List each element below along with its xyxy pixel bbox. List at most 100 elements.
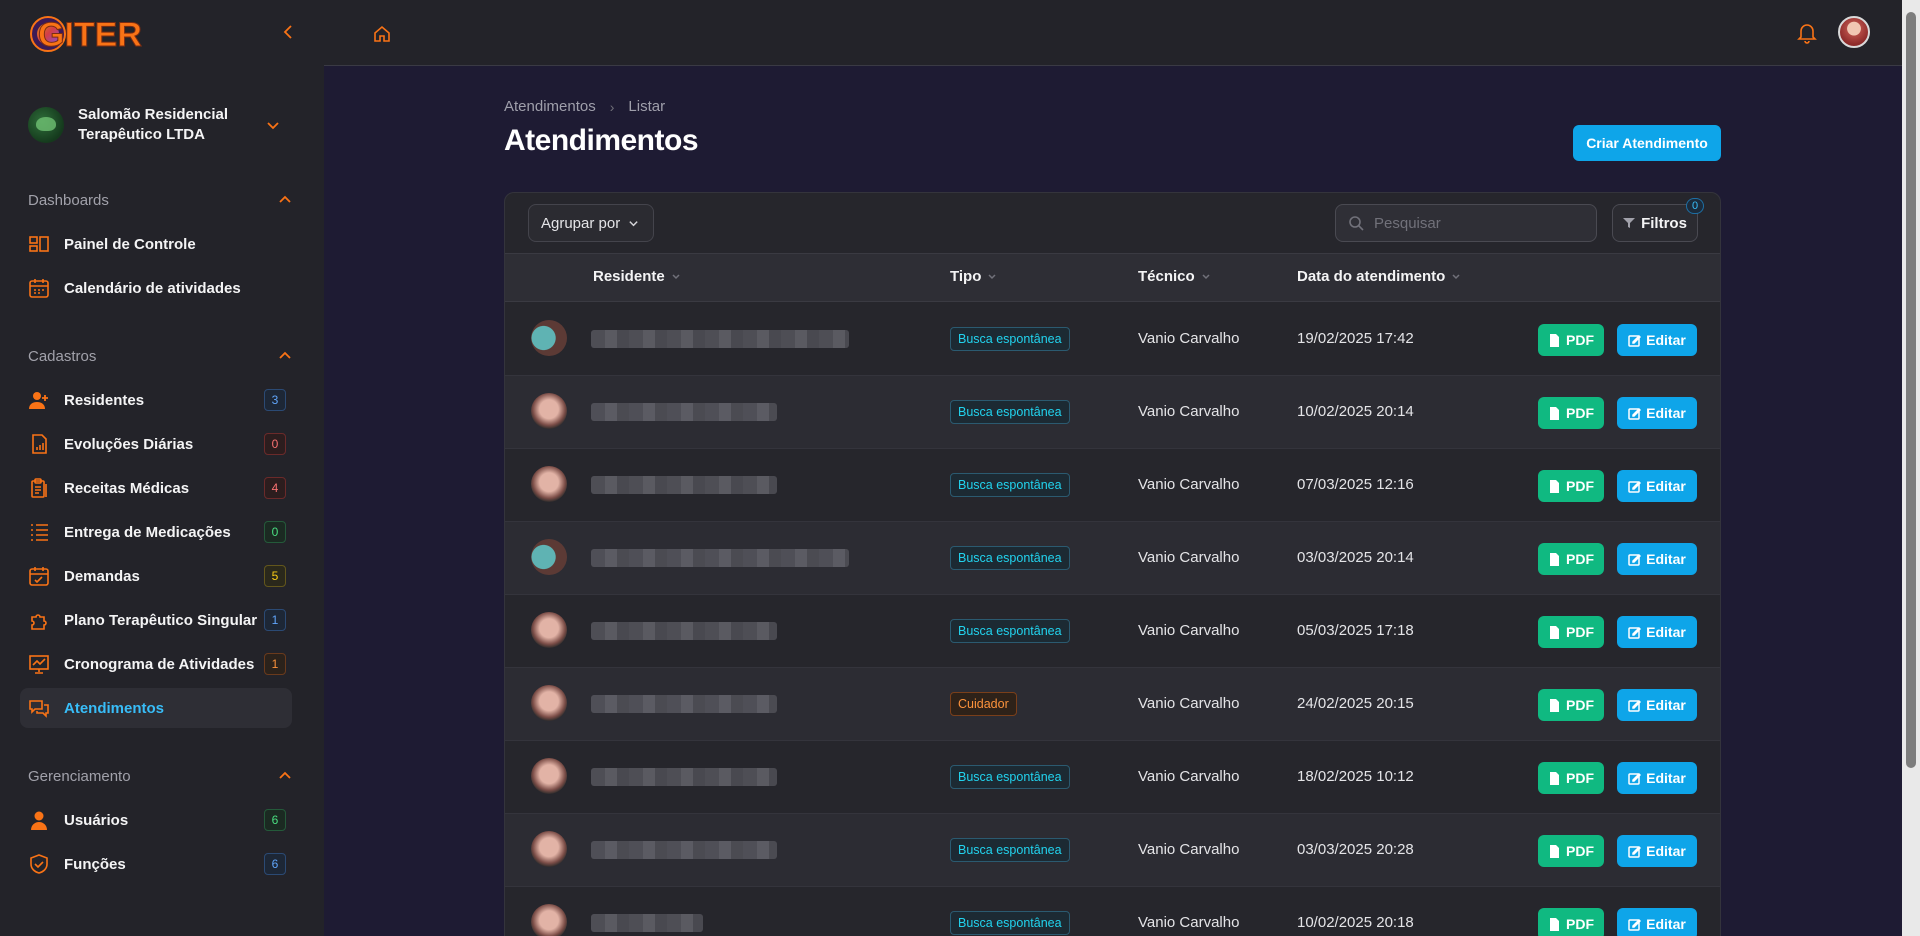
- breadcrumb: Atendimentos › Listar: [504, 98, 665, 115]
- sidebar-item-demandas[interactable]: Demandas 5: [20, 556, 292, 596]
- resident-avatar: [531, 904, 567, 936]
- column-header-residente[interactable]: Residente: [593, 268, 681, 285]
- scrollbar-thumb[interactable]: [1906, 12, 1916, 768]
- pdf-button[interactable]: PDF: [1538, 762, 1604, 794]
- organization-switcher[interactable]: Salomão Residencial Terapêutico LTDA: [20, 100, 292, 150]
- sidebar-item-residentes[interactable]: Residentes 3: [20, 380, 292, 420]
- sidebar-item-label: Receitas Médicas: [64, 479, 190, 497]
- table-row: Busca espontânea Vanio Carvalho 10/02/2025…: [505, 376, 1720, 449]
- count-badge: 4: [264, 477, 286, 499]
- file-icon: [1550, 917, 1559, 931]
- collapse-sidebar-icon[interactable]: [281, 24, 297, 40]
- sidebar-item-label: Atendimentos: [64, 699, 165, 717]
- edit-button[interactable]: Editar: [1617, 689, 1697, 721]
- count-badge: 1: [264, 609, 286, 631]
- column-header-data[interactable]: Data do atendimento: [1297, 268, 1461, 285]
- organization-name: Salomão Residencial Terapêutico LTDA: [78, 106, 229, 143]
- edit-button[interactable]: Editar: [1617, 762, 1697, 794]
- tecnico-cell: Vanio Carvalho: [1138, 841, 1240, 858]
- bell-icon[interactable]: [1797, 22, 1817, 44]
- pdf-label: PDF: [1566, 697, 1594, 713]
- sidebar-item-funcoes[interactable]: Funções 6: [20, 844, 292, 884]
- file-icon: [1550, 844, 1559, 858]
- top-bar: [324, 0, 1902, 66]
- column-header-label: Tipo: [950, 268, 982, 285]
- user-avatar[interactable]: [1838, 16, 1870, 48]
- chevron-down-icon: [629, 220, 638, 226]
- sidebar-item-receitas-medicas[interactable]: Receitas Médicas 4: [20, 468, 292, 508]
- file-icon: [1550, 698, 1559, 712]
- list-icon: [28, 521, 50, 543]
- pdf-button[interactable]: PDF: [1538, 908, 1604, 936]
- search-field[interactable]: [1335, 204, 1597, 242]
- calendar-check-icon: [28, 565, 50, 587]
- edit-button[interactable]: Editar: [1617, 835, 1697, 867]
- puzzle-icon: [28, 609, 50, 631]
- edit-button[interactable]: Editar: [1617, 324, 1697, 356]
- search-input[interactable]: [1374, 214, 1574, 232]
- pdf-button[interactable]: PDF: [1538, 689, 1604, 721]
- edit-label: Editar: [1646, 405, 1686, 421]
- group-by-dropdown[interactable]: Agrupar por: [528, 204, 654, 242]
- edit-button[interactable]: Editar: [1617, 543, 1697, 575]
- giter-logo[interactable]: GITER: [30, 10, 145, 58]
- column-header-label: Data do atendimento: [1297, 268, 1446, 285]
- sidebar-item-usuarios[interactable]: Usuários 6: [20, 800, 292, 840]
- sidebar-item-calendario[interactable]: Calendário de atividades: [20, 268, 292, 308]
- sidebar-item-atendimentos[interactable]: Atendimentos: [20, 688, 292, 728]
- sort-icon: [988, 273, 996, 279]
- sidebar-item-painel-de-controle[interactable]: Painel de Controle: [20, 224, 292, 264]
- filters-button[interactable]: Filtros: [1612, 204, 1698, 242]
- pdf-button[interactable]: PDF: [1538, 397, 1604, 429]
- count-badge: 1: [264, 653, 286, 675]
- sidebar-item-label: Entrega de Medicações: [64, 523, 231, 541]
- resident-name-redacted: [591, 549, 849, 567]
- edit-button[interactable]: Editar: [1617, 470, 1697, 502]
- sidebar-item-plano-terapeutico[interactable]: Plano Terapêutico Singular 1: [20, 600, 292, 640]
- date-cell: 10/02/2025 20:18: [1297, 914, 1414, 931]
- file-icon: [1550, 479, 1559, 493]
- edit-button[interactable]: Editar: [1617, 397, 1697, 429]
- group-by-label: Agrupar por: [541, 214, 621, 232]
- column-header-tipo[interactable]: Tipo: [950, 268, 997, 285]
- edit-label: Editar: [1646, 332, 1686, 348]
- pdf-label: PDF: [1566, 405, 1594, 421]
- pdf-button[interactable]: PDF: [1538, 616, 1604, 648]
- pdf-button[interactable]: PDF: [1538, 324, 1604, 356]
- section-cadastros[interactable]: Cadastros: [28, 346, 292, 366]
- sidebar-item-evolucoes-diarias[interactable]: Evoluções Diárias 0: [20, 424, 292, 464]
- pdf-button[interactable]: PDF: [1538, 470, 1604, 502]
- resident-name-redacted: [591, 695, 777, 713]
- home-icon[interactable]: [372, 24, 392, 44]
- create-atendimento-button[interactable]: Criar Atendimento: [1573, 125, 1721, 161]
- resident-avatar: [531, 831, 567, 867]
- sidebar: GITER Salomão Residencial Terapêutico LT…: [0, 0, 324, 936]
- file-icon: [1550, 552, 1559, 566]
- sidebar-item-label: Cronograma de Atividades: [64, 655, 255, 673]
- edit-label: Editar: [1646, 770, 1686, 786]
- pdf-button[interactable]: PDF: [1538, 835, 1604, 867]
- table-row: Busca espontânea Vanio Carvalho 03/03/2025…: [505, 522, 1720, 595]
- edit-button[interactable]: Editar: [1617, 616, 1697, 648]
- table-row: Busca espontânea Vanio Carvalho 07/03/2025…: [505, 449, 1720, 522]
- column-header-tecnico[interactable]: Técnico: [1138, 268, 1211, 285]
- section-dashboards[interactable]: Dashboards: [28, 190, 292, 210]
- tipo-badge: Cuidador: [950, 692, 1017, 716]
- edit-button[interactable]: Editar: [1617, 908, 1697, 936]
- shield-icon: [28, 853, 50, 875]
- section-gerenciamento[interactable]: Gerenciamento: [28, 766, 292, 786]
- date-cell: 03/03/2025 20:28: [1297, 841, 1414, 858]
- sidebar-item-cronograma[interactable]: Cronograma de Atividades 1: [20, 644, 292, 684]
- page-scrollbar[interactable]: [1902, 0, 1920, 936]
- date-cell: 24/02/2025 20:15: [1297, 695, 1414, 712]
- resident-avatar: [531, 758, 567, 794]
- edit-icon: [1628, 772, 1642, 785]
- sort-icon: [672, 273, 680, 279]
- chevron-up-icon: [279, 351, 291, 359]
- edit-label: Editar: [1646, 916, 1686, 932]
- count-badge: 6: [264, 809, 286, 831]
- breadcrumb-item[interactable]: Atendimentos: [504, 98, 596, 115]
- sidebar-item-entrega-de-medicacoes[interactable]: Entrega de Medicações 0: [20, 512, 292, 552]
- pdf-button[interactable]: PDF: [1538, 543, 1604, 575]
- svg-text:GITER: GITER: [38, 16, 142, 54]
